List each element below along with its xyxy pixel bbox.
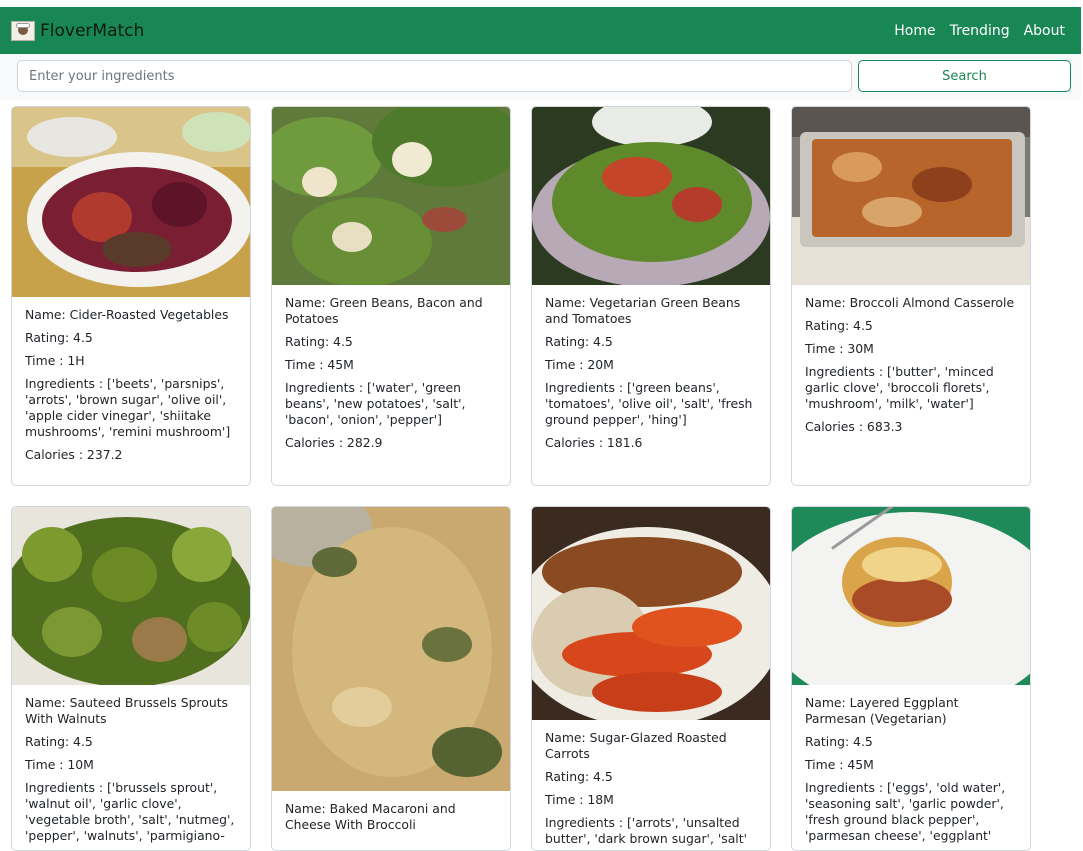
recipe-time: Time : 1H (25, 353, 85, 368)
recipe-card[interactable]: Name: Vegetarian Green Beans and Tomatoe… (531, 106, 771, 486)
recipe-card-body: Name: Cider-Roasted Vegetables Rating: 4… (12, 297, 250, 473)
recipe-card-body: Name: Sauteed Brussels Sprouts With Waln… (12, 685, 250, 850)
recipe-ingredients: Ingredients : ['brussels sprout', 'walnu… (25, 780, 235, 843)
recipe-calories: Calories : 282.9 (285, 435, 383, 450)
recipe-image-sugar-glazed-roasted-carrots (532, 507, 770, 720)
recipe-card[interactable]: Name: Sugar-Glazed Roasted Carrots Ratin… (531, 506, 771, 851)
recipe-ingredients: Ingredients : ['butter', 'minced garlic … (805, 364, 994, 411)
recipe-image-broccoli-almond-casserole (792, 107, 1030, 285)
recipe-card[interactable]: Name: Cider-Roasted Vegetables Rating: 4… (11, 106, 251, 486)
nav-home-link[interactable]: Home (894, 23, 935, 39)
recipe-time: Time : 45M (805, 757, 874, 772)
recipe-rating: Rating: 4.5 (25, 734, 93, 749)
recipe-card-body: Name: Sugar-Glazed Roasted Carrots Ratin… (532, 720, 770, 850)
recipe-name: Name: Cider-Roasted Vegetables (25, 307, 229, 322)
recipe-card[interactable]: Name: Layered Eggplant Parmesan (Vegetar… (791, 506, 1031, 851)
recipe-name: Name: Vegetarian Green Beans and Tomatoe… (545, 295, 741, 326)
recipe-image-sauteed-brussels-sprouts-walnuts (12, 507, 250, 685)
recipe-ingredients: Ingredients : ['arrots', 'unsalted butte… (545, 815, 748, 846)
chef-logo-icon (11, 20, 35, 41)
recipe-name: Name: Sugar-Glazed Roasted Carrots (545, 730, 727, 761)
nav-trending-link[interactable]: Trending (950, 23, 1010, 39)
nav-links: Home Trending About (880, 23, 1065, 39)
recipe-time: Time : 20M (545, 357, 614, 372)
recipe-calories: Calories : 181.6 (545, 435, 643, 450)
recipe-rating: Rating: 4.5 (805, 734, 873, 749)
recipe-card[interactable]: Name: Baked Macaroni and Cheese With Bro… (271, 506, 511, 851)
recipe-image-vegetarian-green-beans-tomatoes (532, 107, 770, 285)
brand-name: FloverMatch (40, 20, 145, 41)
recipe-ingredients: Ingredients : ['eggs', 'old water', 'sea… (805, 780, 1006, 843)
recipe-card-body: Name: Green Beans, Bacon and Potatoes Ra… (272, 285, 510, 461)
recipe-calories: Calories : 237.2 (25, 447, 123, 462)
recipe-rating: Rating: 4.5 (545, 769, 613, 784)
recipe-ingredients: Ingredients : ['green beans', 'tomatoes'… (545, 380, 753, 427)
nav-about-link[interactable]: About (1024, 23, 1065, 39)
recipe-card[interactable]: Name: Broccoli Almond Casserole Rating: … (791, 106, 1031, 486)
recipe-time: Time : 30M (805, 341, 874, 356)
recipe-rating: Rating: 4.5 (25, 330, 93, 345)
recipe-card-body: Name: Layered Eggplant Parmesan (Vegetar… (792, 685, 1030, 850)
recipe-name: Name: Green Beans, Bacon and Potatoes (285, 295, 483, 326)
recipe-time: Time : 10M (25, 757, 94, 772)
recipe-card[interactable]: Name: Green Beans, Bacon and Potatoes Ra… (271, 106, 511, 486)
recipe-image-cider-roasted-vegetables (12, 107, 250, 297)
recipe-rating: Rating: 4.5 (545, 334, 613, 349)
recipe-card[interactable]: Name: Sauteed Brussels Sprouts With Waln… (11, 506, 251, 851)
recipe-name: Name: Sauteed Brussels Sprouts With Waln… (25, 695, 229, 726)
recipe-image-green-beans-bacon-potatoes (272, 107, 510, 285)
recipe-name: Name: Baked Macaroni and Cheese With Bro… (285, 801, 456, 832)
recipe-card-body: Name: Baked Macaroni and Cheese With Bro… (272, 791, 510, 843)
recipe-card-body: Name: Vegetarian Green Beans and Tomatoe… (532, 285, 770, 461)
recipe-name: Name: Broccoli Almond Casserole (805, 295, 1015, 310)
recipe-rating: Rating: 4.5 (805, 318, 873, 333)
recipe-time: Time : 45M (285, 357, 354, 372)
recipe-ingredients: Ingredients : ['water', 'green beans', '… (285, 380, 466, 427)
recipe-time: Time : 18M (545, 792, 614, 807)
recipe-card-body: Name: Broccoli Almond Casserole Rating: … (792, 285, 1030, 445)
recipe-rating: Rating: 4.5 (285, 334, 353, 349)
recipe-calories: Calories : 683.3 (805, 419, 903, 434)
search-button[interactable]: Search (858, 60, 1071, 92)
search-bar: Search (0, 54, 1081, 100)
recipe-ingredients: Ingredients : ['beets', 'parsnips', 'arr… (25, 376, 231, 439)
recipe-image-layered-eggplant-parmesan (792, 507, 1030, 685)
recipe-image-baked-macaroni-cheese-broccoli (272, 507, 510, 791)
recipe-name: Name: Layered Eggplant Parmesan (Vegetar… (805, 695, 959, 726)
brand-link[interactable]: FloverMatch (11, 20, 145, 41)
navbar: FloverMatch Home Trending About (0, 7, 1081, 54)
ingredients-search-input[interactable] (17, 60, 852, 92)
